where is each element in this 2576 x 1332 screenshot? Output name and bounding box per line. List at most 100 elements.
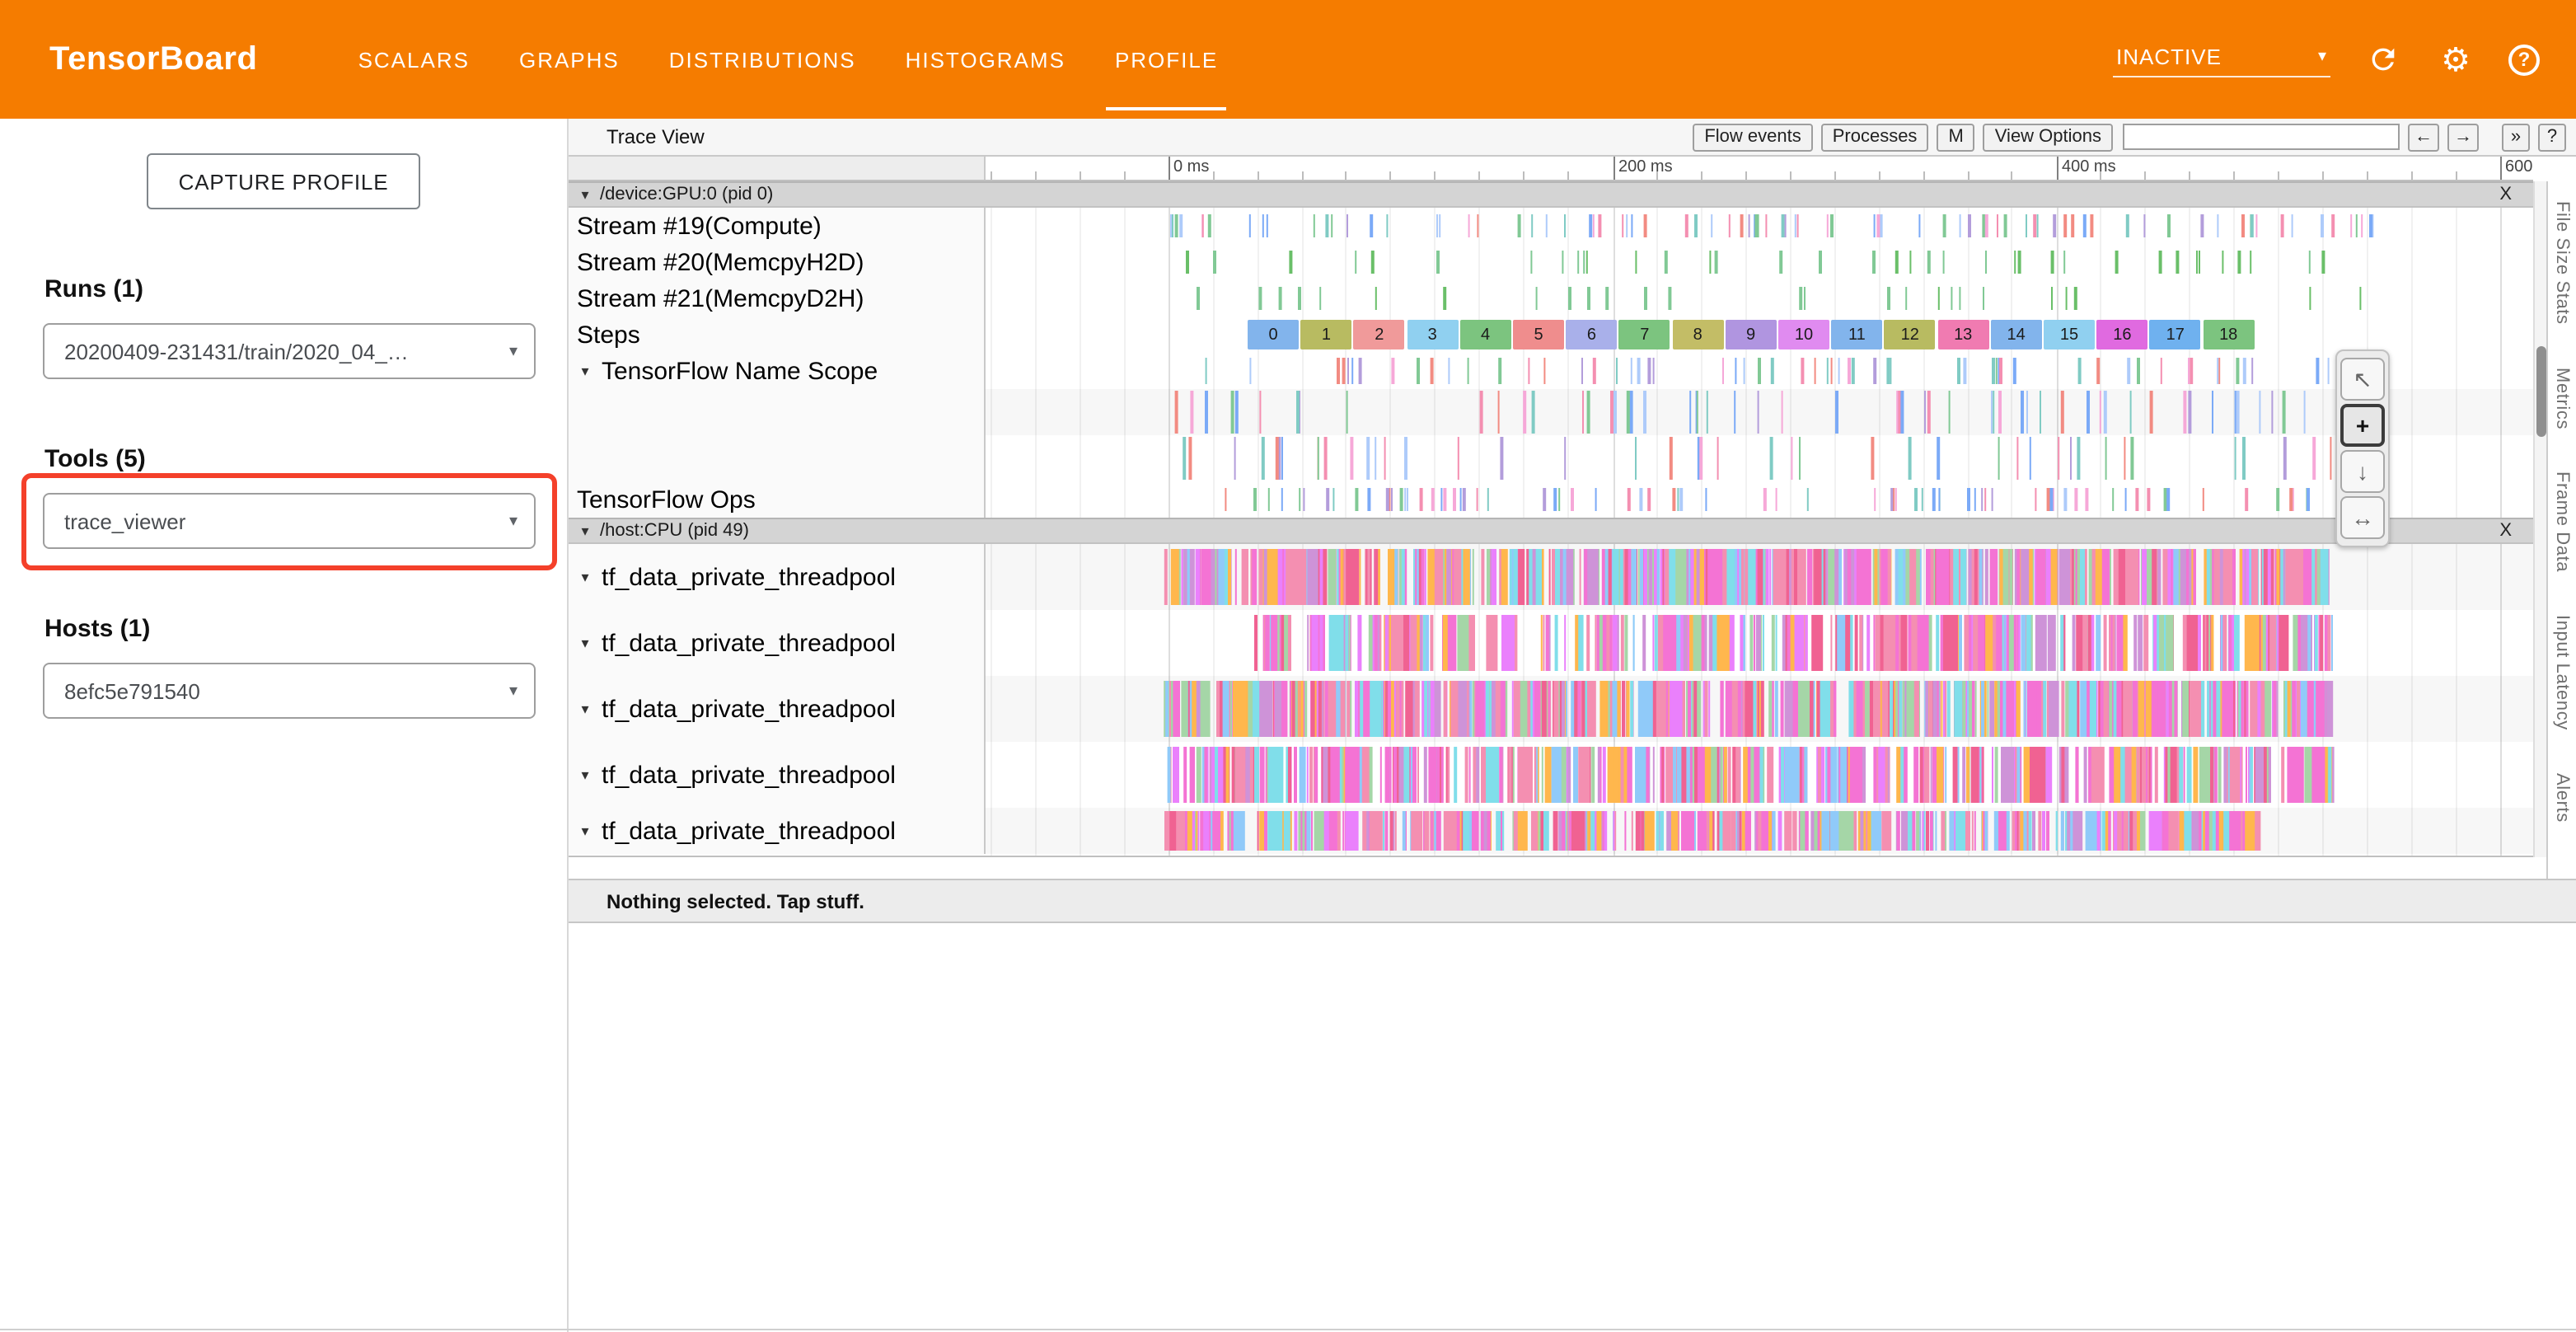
step-block[interactable]: 4 (1460, 320, 1511, 349)
scrollbar-thumb[interactable] (2536, 346, 2546, 437)
gpu-close-button[interactable]: X (2499, 185, 2512, 204)
step-block[interactable]: 0 (1248, 320, 1299, 349)
cpu-section-header[interactable]: ▾ /host:CPU (pid 49) X (569, 518, 2533, 544)
step-block[interactable]: 12 (1885, 320, 1936, 349)
row-label[interactable]: ▾ tf_data_private_threadpool (569, 610, 986, 676)
step-block[interactable]: 1 (1300, 320, 1351, 349)
row-label-text: tf_data_private_threadpool (602, 761, 896, 789)
time-ruler: 0 ms200 ms400 ms600 (569, 157, 2533, 181)
row-label: TensorFlow Ops (569, 481, 986, 518)
row-expand-icon[interactable]: ▾ (577, 822, 593, 840)
step-block[interactable]: 15 (2044, 320, 2095, 349)
side-tab-file-size-stats[interactable]: File Size Stats (2552, 201, 2572, 325)
vertical-scrollbar[interactable] (2533, 181, 2546, 857)
gear-icon[interactable]: ⚙ (2436, 40, 2475, 79)
flow-events-button[interactable]: Flow events (1693, 123, 1812, 151)
processes-button[interactable]: Processes (1821, 123, 1929, 151)
row-expand-icon[interactable]: ▾ (577, 766, 593, 784)
trace-events (986, 610, 2533, 676)
trace-search-input[interactable] (2123, 124, 2400, 150)
tab-scalars[interactable]: SCALARS (334, 0, 494, 119)
zoom-tool-button[interactable]: + (2340, 404, 2385, 447)
row-label-text: tf_data_private_threadpool (602, 695, 896, 723)
row-track[interactable] (986, 389, 2533, 435)
cpu-close-button[interactable]: X (2499, 521, 2512, 541)
fast-forward-button[interactable]: » (2502, 123, 2530, 151)
runs-select[interactable]: 20200409-231431/train/2020_04_… ▾ (43, 323, 536, 379)
row-track[interactable] (986, 208, 2533, 244)
row-label[interactable]: ▾ tf_data_private_threadpool (569, 742, 986, 808)
cpu-row: ▾tf_data_private_threadpool (569, 808, 2533, 854)
step-block[interactable]: 16 (2096, 320, 2147, 349)
step-block[interactable]: 7 (1619, 320, 1670, 349)
row-track[interactable] (986, 353, 2533, 389)
row-track[interactable] (986, 435, 2533, 481)
tab-graphs[interactable]: GRAPHS (494, 0, 644, 119)
step-block[interactable]: 3 (1407, 320, 1458, 349)
step-block[interactable]: 9 (1726, 320, 1777, 349)
step-block[interactable]: 10 (1778, 320, 1829, 349)
pan-tool-button[interactable]: ↓ (2340, 450, 2385, 493)
step-block[interactable]: 6 (1566, 320, 1617, 349)
gpu-section-header[interactable]: ▾ /device:GPU:0 (pid 0) X (569, 181, 2533, 208)
side-tab-alerts[interactable]: Alerts (2552, 774, 2572, 823)
cpu-rows: ▾ tf_data_private_threadpool ▾ tf_data_priv… (569, 544, 2533, 854)
hosts-select[interactable]: 8efc5e791540 ▾ (43, 663, 536, 719)
help-icon[interactable]: ? (2508, 44, 2540, 75)
side-tab-frame-data[interactable]: Frame Data (2552, 472, 2572, 573)
ruler-tick-label: 400 ms (2062, 158, 2116, 176)
tab-histograms[interactable]: HISTOGRAMS (881, 0, 1090, 119)
step-block[interactable]: 13 (1937, 320, 1988, 349)
tab-profile[interactable]: PROFILE (1090, 0, 1243, 119)
trace-events (986, 208, 2533, 244)
row-label-text: tf_data_private_threadpool (602, 629, 896, 657)
trace-events (986, 389, 2533, 435)
view-options-button[interactable]: View Options (1984, 123, 2113, 151)
data-status-select[interactable]: INACTIVE ▾ (2113, 41, 2330, 77)
find-prev-button[interactable]: ← (2408, 123, 2439, 151)
refresh-icon[interactable] (2363, 40, 2403, 79)
row-track[interactable] (986, 280, 2533, 317)
timing-tool-button[interactable]: ↔ (2340, 496, 2385, 539)
tab-distributions[interactable]: DISTRIBUTIONS (644, 0, 881, 119)
collapse-icon[interactable]: ▾ (577, 185, 593, 204)
row-track[interactable] (986, 244, 2533, 280)
row-track[interactable] (986, 544, 2533, 610)
step-block[interactable]: 5 (1513, 320, 1564, 349)
find-next-button[interactable]: → (2447, 123, 2479, 151)
step-block[interactable]: 18 (2203, 320, 2254, 349)
trace-toolbar: Trace View Flow events Processes M View … (569, 119, 2576, 157)
row-label[interactable]: ▾ tf_data_private_threadpool (569, 676, 986, 742)
hosts-select-value: 8efc5e791540 (64, 678, 200, 703)
trace-events (986, 244, 2533, 280)
trace-viewer: Trace View Flow events Processes M View … (569, 119, 2576, 1332)
step-block[interactable]: 11 (1831, 320, 1882, 349)
row-expand-icon[interactable]: ▾ (577, 700, 593, 718)
row-label[interactable]: ▾TensorFlow Name Scope (569, 353, 986, 389)
selection-tool-button[interactable]: ↖ (2340, 358, 2385, 401)
side-tab-metrics[interactable]: Metrics (2552, 368, 2572, 429)
trace-tool-palette: ↖ + ↓ ↔ (2335, 349, 2390, 547)
collapse-icon[interactable]: ▾ (577, 522, 593, 540)
row-label[interactable]: ▾tf_data_private_threadpool (569, 544, 986, 610)
row-expand-icon[interactable]: ▾ (577, 634, 593, 652)
side-tab-input-latency[interactable]: Input Latency (2552, 616, 2572, 731)
tools-select[interactable]: trace_viewer ▾ (43, 493, 536, 549)
row-track[interactable] (986, 481, 2533, 518)
row-expand-icon[interactable]: ▾ (577, 568, 593, 586)
row-track[interactable] (986, 610, 2533, 676)
row-track[interactable] (986, 676, 2533, 742)
row-track[interactable]: 0123456789101112131415161718 (986, 317, 2533, 353)
trace-help-button[interactable]: ? (2538, 123, 2566, 151)
capture-profile-button[interactable]: CAPTURE PROFILE (148, 153, 420, 209)
step-block[interactable]: 14 (1991, 320, 2042, 349)
step-block[interactable]: 17 (2150, 320, 2201, 349)
page-bottom-divider (0, 1329, 2576, 1330)
row-track[interactable] (986, 808, 2533, 854)
row-expand-icon[interactable]: ▾ (577, 362, 593, 380)
step-block[interactable]: 2 (1354, 320, 1405, 349)
step-block[interactable]: 8 (1672, 320, 1723, 349)
metadata-button[interactable]: M (1937, 123, 1974, 151)
row-label[interactable]: ▾tf_data_private_threadpool (569, 808, 986, 854)
row-track[interactable] (986, 742, 2533, 808)
